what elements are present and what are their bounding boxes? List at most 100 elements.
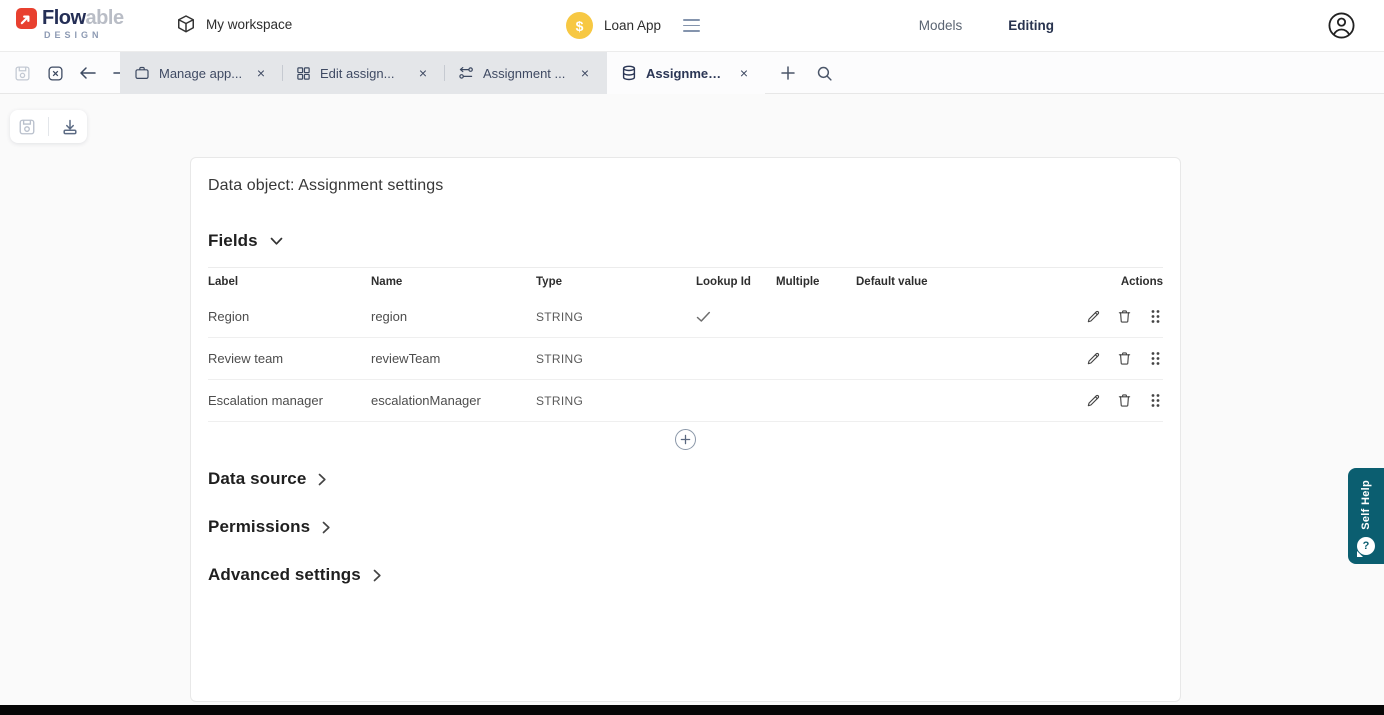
add-field-button[interactable]	[675, 429, 696, 450]
tab-toolbar	[8, 52, 131, 94]
data-source-title: Data source	[208, 469, 306, 489]
field-label: Escalation manager	[208, 393, 371, 408]
col-default-value: Default value	[856, 276, 1071, 288]
workspace-selector[interactable]: My workspace	[176, 14, 292, 34]
row-actions	[1071, 351, 1163, 367]
save-icon[interactable]	[12, 63, 32, 83]
edit-field-icon[interactable]	[1085, 393, 1101, 409]
close-tab-icon[interactable]: ×	[416, 64, 430, 82]
tab-manage-app[interactable]: Manage app... ×	[120, 52, 282, 94]
col-type: Type	[536, 276, 696, 288]
lookup-id-checkmark-icon	[696, 311, 776, 323]
nav-models[interactable]: Models	[919, 18, 963, 33]
cube-icon	[176, 14, 196, 34]
app-badge: $	[566, 12, 593, 39]
edit-field-icon[interactable]	[1085, 309, 1101, 325]
fields-table-header: Label Name Type Lookup Id Multiple Defau…	[208, 268, 1163, 296]
field-name: escalationManager	[371, 393, 536, 408]
brand-name: Flowable	[42, 7, 124, 29]
close-tab-icon[interactable]: ×	[254, 64, 268, 82]
tab-label: Assignment ...	[483, 66, 569, 81]
data-object-panel: Data object: Assignment settings Fields …	[190, 157, 1181, 702]
toolbar-divider	[48, 117, 49, 136]
field-name: region	[371, 309, 536, 324]
close-tab-icon[interactable]: ×	[578, 64, 592, 82]
col-multiple: Multiple	[776, 276, 856, 288]
bottom-black-bar	[0, 705, 1384, 715]
fields-section-toggle[interactable]: Fields	[208, 231, 1163, 251]
drag-handle-icon[interactable]	[1147, 351, 1163, 367]
app-header: Flowable DESIGN My workspace $ Loan App …	[0, 0, 1384, 52]
workspace-label: My workspace	[206, 17, 292, 32]
delete-field-icon[interactable]	[1116, 351, 1132, 367]
tab-assignment-process[interactable]: Assignment ... ×	[444, 52, 606, 94]
flowable-logo: Flowable DESIGN	[16, 7, 146, 40]
tab-edit-assignment[interactable]: Edit assign... ×	[282, 52, 444, 94]
app-name: Loan App	[604, 18, 661, 33]
nav-editing[interactable]: Editing	[1008, 18, 1054, 33]
drag-handle-icon[interactable]	[1147, 393, 1163, 409]
drag-handle-icon[interactable]	[1147, 309, 1163, 325]
grid-icon	[296, 66, 311, 81]
top-navigation: Models Editing	[919, 18, 1054, 33]
field-type: STRING	[536, 310, 696, 324]
user-avatar[interactable]	[1327, 11, 1356, 40]
data-source-section-toggle[interactable]: Data source	[208, 469, 1163, 489]
tab-actions	[778, 52, 834, 94]
delete-field-icon[interactable]	[1116, 309, 1132, 325]
field-label: Region	[208, 309, 371, 324]
model-toolbar	[10, 110, 87, 143]
col-label: Label	[208, 276, 371, 288]
self-help-tab[interactable]: Self Help ?	[1348, 468, 1384, 564]
self-help-label: Self Help	[1360, 480, 1372, 530]
page-title: Data object: Assignment settings	[208, 177, 1163, 195]
col-name: Name	[371, 276, 536, 288]
new-tab-icon[interactable]	[778, 63, 798, 83]
table-row: Review team reviewTeam STRING	[208, 338, 1163, 380]
row-actions	[1071, 393, 1163, 409]
tab-label: Assignment...	[646, 66, 728, 81]
flowable-logo-icon	[16, 8, 37, 29]
chevron-down-icon	[270, 237, 283, 246]
search-tabs-icon[interactable]	[814, 63, 834, 83]
fields-table: Label Name Type Lookup Id Multiple Defau…	[208, 267, 1163, 422]
database-icon	[621, 65, 637, 81]
row-actions	[1071, 309, 1163, 325]
tab-label: Manage app...	[159, 66, 245, 81]
chevron-right-icon	[373, 569, 382, 582]
save-model-icon[interactable]	[14, 114, 40, 140]
col-actions: Actions	[1071, 276, 1163, 288]
delete-field-icon[interactable]	[1116, 393, 1132, 409]
chevron-right-icon	[322, 521, 331, 534]
fields-section-title: Fields	[208, 231, 258, 251]
briefcase-icon	[134, 65, 150, 81]
publish-model-icon[interactable]	[57, 114, 83, 140]
content-area: Data object: Assignment settings Fields …	[0, 94, 1384, 705]
field-name: reviewTeam	[371, 351, 536, 366]
chevron-right-icon	[318, 473, 327, 486]
field-type: STRING	[536, 352, 696, 366]
app-switcher: $ Loan App	[566, 12, 703, 39]
field-label: Review team	[208, 351, 371, 366]
advanced-settings-title: Advanced settings	[208, 565, 361, 585]
back-icon[interactable]	[78, 63, 98, 83]
close-all-tabs-icon[interactable]	[45, 63, 65, 83]
app-menu-icon[interactable]	[680, 16, 703, 34]
col-lookup-id: Lookup Id	[696, 276, 776, 288]
sliders-icon	[458, 65, 474, 81]
tab-assignment-dataobject-active[interactable]: Assignment... ×	[607, 52, 765, 94]
collapsed-sections: Data source Permissions Advanced setting…	[208, 469, 1163, 585]
help-question-icon: ?	[1357, 537, 1375, 555]
tab-label: Edit assign...	[320, 66, 407, 81]
tab-bar: Manage app... × Edit assign... ×	[0, 52, 1384, 94]
permissions-section-toggle[interactable]: Permissions	[208, 517, 1163, 537]
table-row: Escalation manager escalationManager STR…	[208, 380, 1163, 422]
table-row: Region region STRING	[208, 296, 1163, 338]
add-field-row	[208, 429, 1163, 450]
brand-subtitle: DESIGN	[44, 30, 146, 40]
advanced-settings-section-toggle[interactable]: Advanced settings	[208, 565, 1163, 585]
field-type: STRING	[536, 394, 696, 408]
close-tab-icon[interactable]: ×	[737, 64, 751, 82]
permissions-title: Permissions	[208, 517, 310, 537]
edit-field-icon[interactable]	[1085, 351, 1101, 367]
